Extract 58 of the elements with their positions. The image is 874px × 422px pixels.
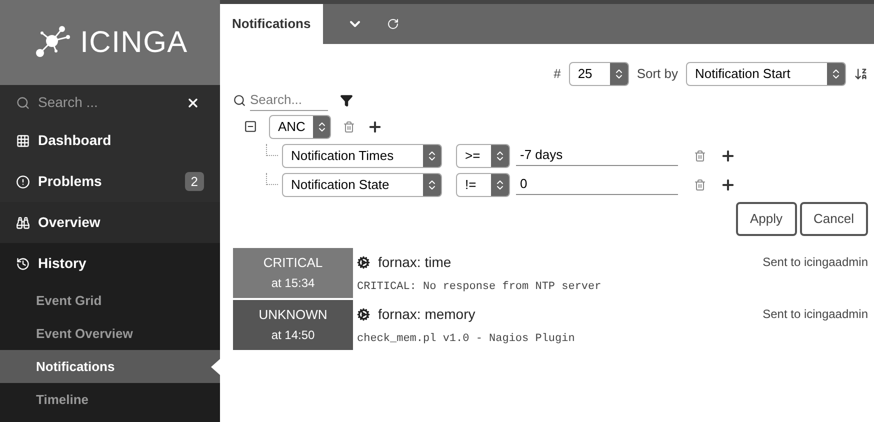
nav-item[interactable]: Overview — [0, 202, 220, 243]
state-time: at 15:34 — [271, 274, 315, 292]
logo-text: ICINGA — [80, 25, 188, 61]
gear-icon — [357, 256, 370, 268]
limit-select[interactable]: 25 — [568, 62, 629, 86]
nav-item[interactable]: Dashboard — [0, 120, 220, 161]
collapse-icon[interactable] — [244, 120, 257, 133]
grid-icon — [16, 134, 30, 148]
state-label: UNKNOWN — [258, 306, 328, 324]
sent-to-text: Sent to icingaadmin — [762, 306, 868, 323]
value-field[interactable]: 0 — [516, 174, 678, 195]
count-badge: 2 — [184, 172, 204, 192]
add-icon[interactable] — [720, 148, 736, 164]
stepper-icon — [494, 150, 506, 162]
search-icon — [233, 94, 246, 107]
sign-select[interactable]: >= — [456, 144, 510, 168]
stepper-icon — [494, 178, 506, 190]
nav-item[interactable]: Problems 2 — [0, 161, 220, 202]
search-icon — [16, 96, 30, 110]
delete-icon[interactable] — [343, 120, 355, 132]
service-title[interactable]: fornax: time — [378, 252, 755, 272]
tab[interactable]: Notifications — [220, 4, 323, 44]
stepper-icon — [426, 150, 438, 162]
plugin-output: check_mem.pl v1.0 - Nagios Plugin — [357, 332, 576, 346]
sent-to-text: Sent to icingaadmin — [762, 254, 868, 271]
filter-icon[interactable] — [340, 94, 353, 107]
delete-icon[interactable] — [694, 150, 706, 162]
service-title[interactable]: fornax: memory — [378, 304, 755, 324]
stepper-icon — [830, 68, 842, 80]
column-select[interactable]: Notification Times — [282, 144, 442, 168]
history-icon — [16, 256, 30, 270]
nav-subitem[interactable]: Timeline — [36, 390, 89, 410]
binoculars-icon — [16, 216, 30, 230]
search-field[interactable]: Search... — [250, 90, 328, 110]
sort-select[interactable]: Notification Start — [686, 62, 846, 86]
nav-subitem[interactable]: Event Grid — [36, 290, 102, 310]
value-field[interactable]: -7 days — [516, 145, 678, 166]
limit-label: # — [554, 65, 561, 84]
plugin-output: CRITICAL: No response from NTP server — [357, 280, 602, 294]
nav-item[interactable]: History — [0, 243, 220, 284]
state-label: CRITICAL — [263, 254, 323, 272]
add-icon[interactable] — [720, 176, 736, 192]
search-field[interactable]: Search ... — [38, 92, 178, 113]
operator-select[interactable]: ANC — [269, 114, 331, 138]
sort-order-icon[interactable] — [854, 67, 868, 81]
close-icon[interactable] — [186, 96, 200, 110]
sort-label: Sort by — [636, 65, 678, 84]
apply-button[interactable]: Apply — [736, 202, 797, 236]
alert-icon — [16, 174, 30, 188]
sign-select[interactable]: != — [456, 172, 510, 196]
gear-icon — [357, 308, 370, 320]
delete-icon[interactable] — [694, 178, 706, 190]
refresh-icon[interactable] — [386, 18, 399, 30]
cancel-button[interactable]: Cancel — [800, 202, 868, 236]
add-icon[interactable] — [367, 118, 383, 134]
stepper-icon — [426, 178, 438, 190]
column-select[interactable]: Notification State — [282, 172, 442, 196]
state-time: at 14:50 — [271, 326, 315, 344]
